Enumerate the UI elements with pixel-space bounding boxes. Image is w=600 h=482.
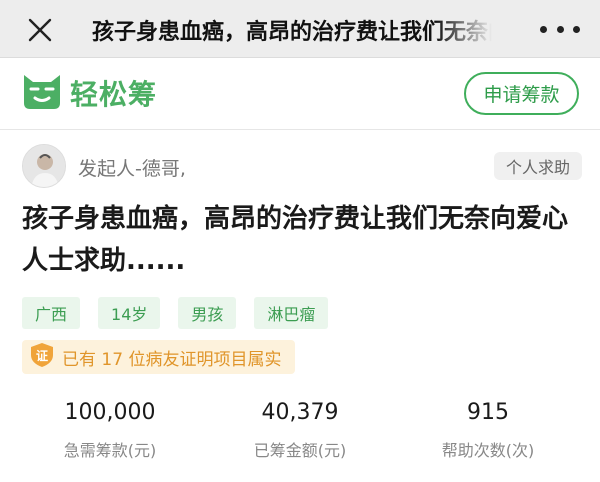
page-title: 孩子身患血癌，高昂的治疗费让我们无奈向爱心人士求助...... [92,20,492,44]
tag-region: 广西 [22,297,81,329]
stat-target-label: 急需筹款(元) [63,441,157,460]
tag-age: 14岁 [98,297,161,329]
stat-raised-label: 已筹金额(元) [253,441,347,460]
top-nav-bar: 孩子身患血癌，高昂的治疗费让我们无奈向爱心人士求助...... [0,0,600,58]
apply-fundraising-button[interactable]: 申请筹款 [464,72,579,115]
certificate-icon-label: 证 [36,349,48,363]
stat-raised-value: 40,379 [261,400,339,425]
stat-help-count: 915 帮助次数(次) [393,398,583,461]
close-icon[interactable] [22,12,58,48]
help-type-badge: 个人求助 [493,152,582,180]
certificate-shield-icon: 证 [30,342,54,372]
fundraising-stats: 100,000 急需筹款(元) 40,379 已筹金额(元) 915 帮助次数(… [0,398,600,468]
avatar[interactable] [22,144,66,188]
initiator-name: 发起人-德哥, [78,158,186,180]
stat-help-count-label: 帮助次数(次) [441,441,535,460]
verification-banner[interactable]: 证 已有 17 位病友证明项目属实 [22,340,296,374]
stat-target-value: 100,000 [64,400,156,425]
tag-disease: 淋巴瘤 [254,297,329,329]
campaign-headline: 孩子身患血癌，高昂的治疗费让我们无奈向爱心人士求助...... [22,204,569,276]
tag-list: 广西 14岁 男孩 淋巴瘤 [22,297,329,329]
qingsongchou-cat-logo[interactable] [20,72,64,112]
initiator-row: 发起人-德哥, 个人求助 [22,144,582,190]
stat-help-count-value: 915 [467,400,509,425]
stat-raised: 40,379 已筹金额(元) [205,398,395,461]
tag-gender: 男孩 [178,297,237,329]
more-dots-icon[interactable] [540,14,580,44]
brand-header: 轻松筹 申请筹款 [0,58,600,130]
verification-text: 已有 17 位病友证明项目属实 [62,349,282,370]
stat-target: 100,000 急需筹款(元) [15,398,205,461]
brand-name: 轻松筹 [70,78,158,111]
